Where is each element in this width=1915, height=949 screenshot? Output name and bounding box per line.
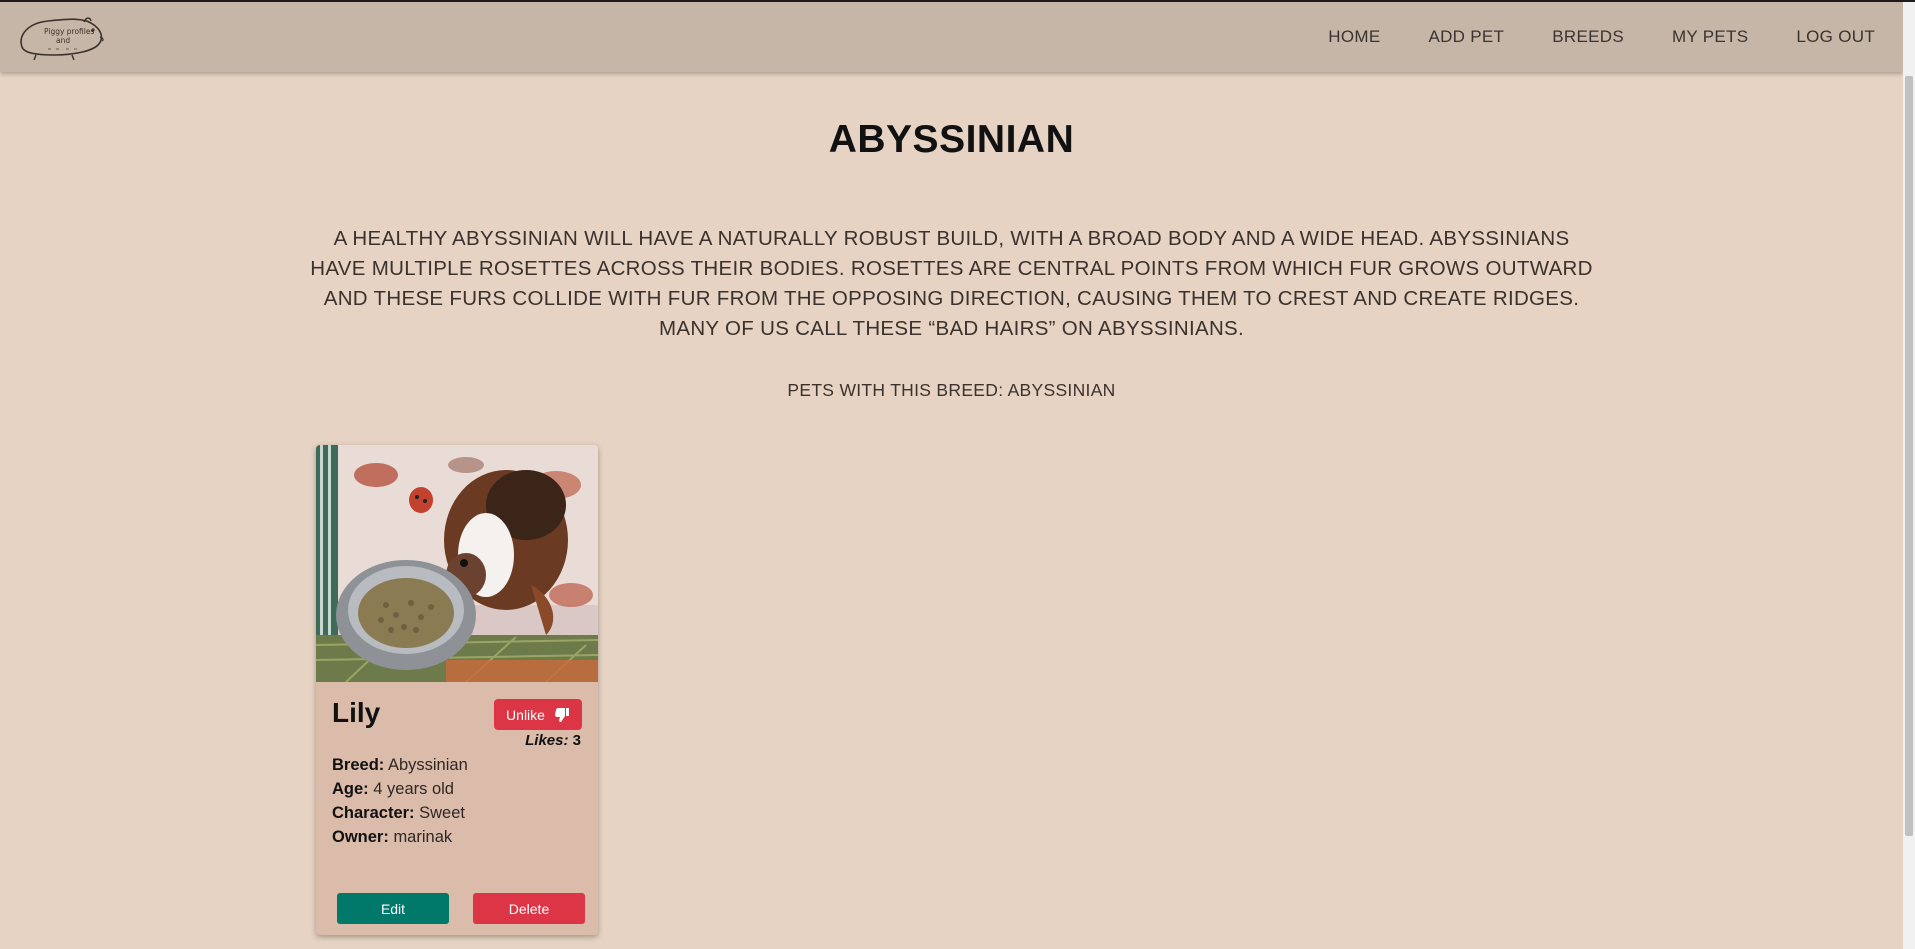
pet-card: Lily Unlike Likes: 3 Breed: Abyssinian A… <box>316 445 598 935</box>
nav-log-out-link[interactable]: LOG OUT <box>1796 27 1875 47</box>
breed-label: Breed: <box>332 756 385 774</box>
breed-description: A HEALTHY ABYSSINIAN WILL HAVE A NATURAL… <box>310 227 1593 340</box>
pets-with-breed-heading: PETS WITH THIS BREED: ABYSSINIAN <box>787 380 1116 400</box>
likes-label: Likes: <box>525 732 569 749</box>
pet-breed-row: Breed: Abyssinian <box>332 753 468 777</box>
navbar: Piggy profiles and HOME ADD PET BREEDS M… <box>0 2 1903 72</box>
logo-text-2: and <box>56 36 70 45</box>
pet-owner-row: Owner: marinak <box>332 825 468 849</box>
pet-name: Lily <box>332 697 381 728</box>
breed-value: Abyssinian <box>387 756 468 774</box>
nav-add-pet-link[interactable]: ADD PET <box>1428 27 1504 47</box>
pet-photo <box>316 445 598 682</box>
pet-age-row: Age: 4 years old <box>332 777 468 801</box>
nav-breeds-link[interactable]: BREEDS <box>1552 27 1624 47</box>
character-value: Sweet <box>419 804 465 822</box>
logo-text-1: Piggy profiles <box>44 27 94 36</box>
likes-count: Likes: 3 <box>525 732 581 749</box>
thumbs-down-icon <box>554 707 569 722</box>
scrollbar-thumb[interactable] <box>1905 76 1913 836</box>
character-label: Character: <box>332 804 415 822</box>
age-value: 4 years old <box>373 780 454 798</box>
pet-character-row: Character: Sweet <box>332 801 468 825</box>
edit-button[interactable]: Edit <box>337 893 449 924</box>
owner-value: marinak <box>393 828 453 846</box>
guinea-pig-logo[interactable]: Piggy profiles and <box>14 13 110 63</box>
breed-title: ABYSSINIAN <box>828 118 1075 161</box>
nav-my-pets-link[interactable]: MY PETS <box>1672 27 1748 47</box>
nav-links: HOME ADD PET BREEDS MY PETS LOG OUT <box>1304 2 1903 72</box>
vertical-scrollbar[interactable] <box>1903 2 1915 949</box>
age-label: Age: <box>332 780 369 798</box>
nav-home-link[interactable]: HOME <box>1328 27 1380 47</box>
pet-info: Breed: Abyssinian Age: 4 years old Chara… <box>332 753 468 849</box>
likes-value: 3 <box>572 732 581 749</box>
delete-button[interactable]: Delete <box>473 893 585 924</box>
unlike-button[interactable]: Unlike <box>494 699 582 730</box>
unlike-button-label: Unlike <box>506 706 545 723</box>
owner-label: Owner: <box>332 828 389 846</box>
